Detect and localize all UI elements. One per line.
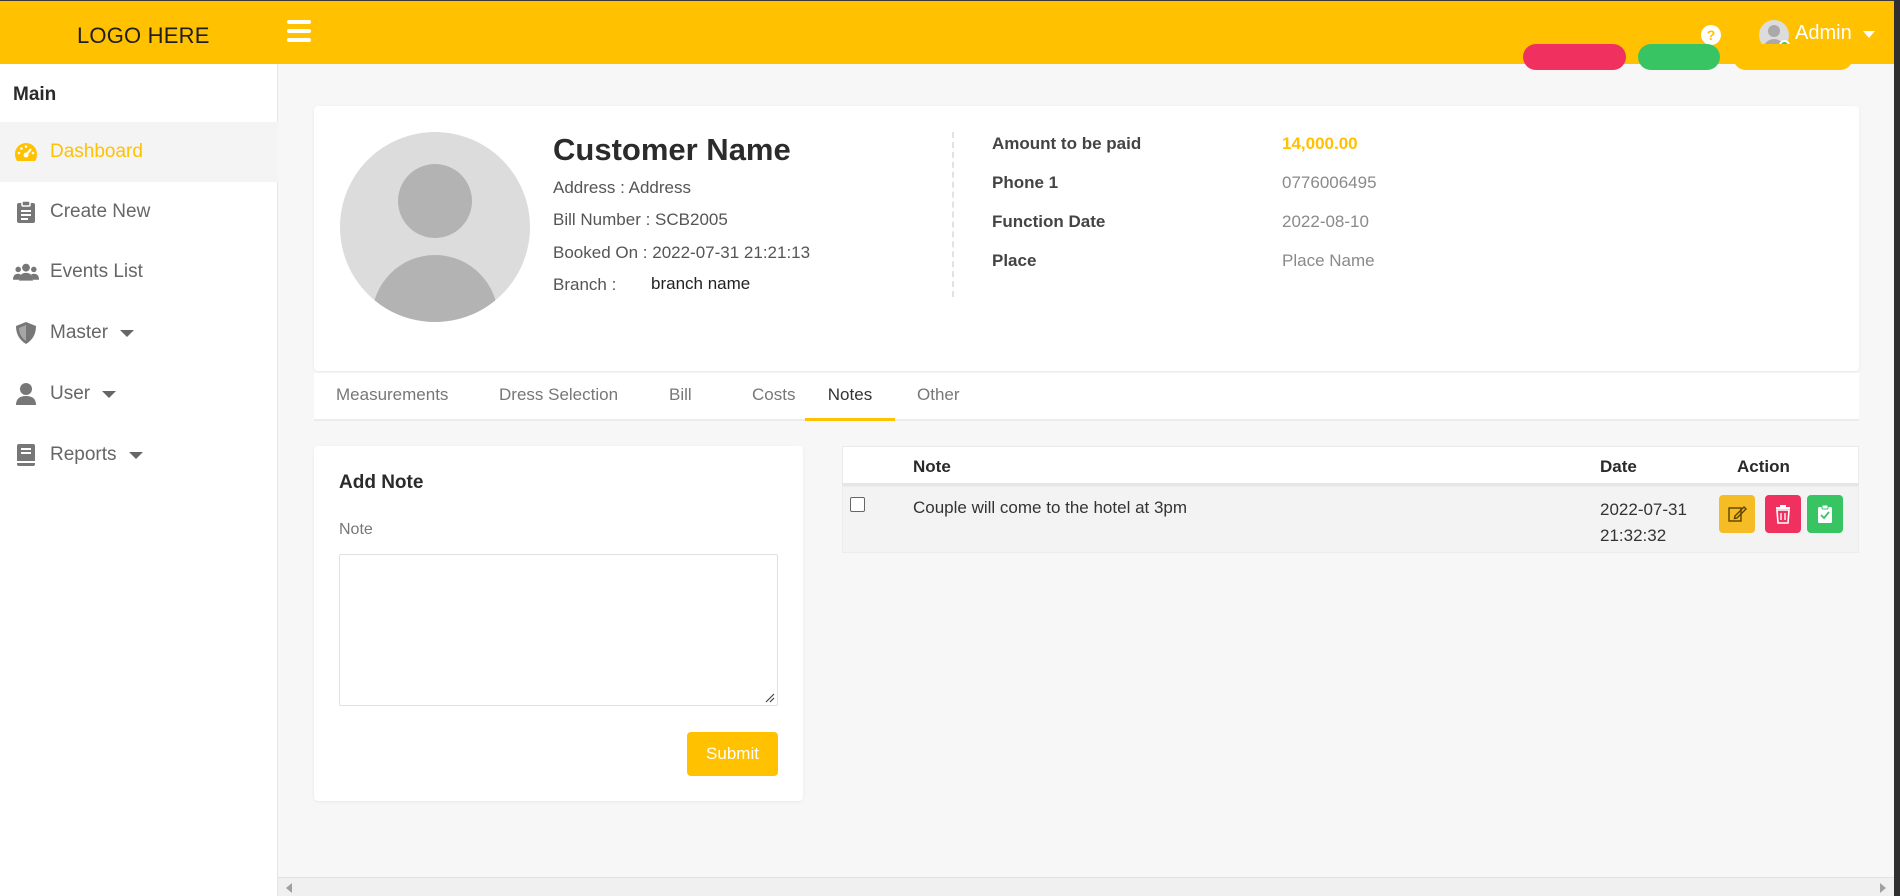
help-icon[interactable]: ?: [1701, 25, 1721, 45]
row-checkbox[interactable]: [850, 497, 865, 512]
column-header-note: Note: [913, 457, 951, 476]
book-icon: [13, 443, 39, 467]
detail-label-place: Place: [992, 251, 1037, 270]
submit-button[interactable]: Submit: [687, 732, 778, 776]
column-header-date: Date: [1600, 457, 1637, 476]
bill-number: Bill Number : SCB2005: [553, 210, 728, 229]
edit-icon: [1728, 506, 1747, 522]
horizontal-scrollbar[interactable]: [278, 877, 1894, 896]
clipboard-icon: [13, 200, 39, 224]
note-field-label: Note: [339, 521, 373, 538]
hamburger-menu-icon[interactable]: [287, 20, 311, 42]
header-action-button-red[interactable]: [1523, 44, 1626, 70]
customer-name: Customer Name: [553, 132, 791, 167]
speedometer-icon: [13, 140, 39, 164]
detail-label-phone: Phone 1: [992, 173, 1059, 192]
booked-on: Booked On : 2022-07-31 21:21:13: [553, 243, 811, 262]
branch-value: branch name: [651, 274, 751, 293]
table-header-row: Note Date Action: [842, 446, 1859, 486]
chevron-down-icon: [102, 390, 117, 398]
tabs-bar: Measurements Dress Selection Bill Costs …: [314, 373, 1859, 421]
tab-other[interactable]: Other: [901, 373, 976, 421]
note-text: Couple will come to the hotel at 3pm: [913, 498, 1188, 517]
table-row: Couple will come to the hotel at 3pm 202…: [842, 486, 1859, 553]
header-action-button-green[interactable]: [1638, 44, 1720, 70]
window-edge: [1894, 0, 1900, 896]
add-note-title: Add Note: [339, 472, 424, 493]
clipboard-check-icon: [1818, 504, 1832, 523]
logo[interactable]: LOGO HERE: [77, 23, 210, 49]
chevron-down-icon[interactable]: [1863, 31, 1875, 38]
customer-avatar: [340, 132, 530, 322]
customer-profile-card: Customer Name Address : Address Bill Num…: [314, 106, 1859, 371]
tab-notes[interactable]: Notes: [805, 373, 895, 421]
sidebar: Main Dashboard Create New Events List Ma…: [0, 64, 278, 896]
scroll-right-icon[interactable]: [1880, 883, 1886, 893]
header-action-button-yellow[interactable]: [1733, 44, 1853, 70]
tab-bill[interactable]: Bill: [653, 373, 708, 421]
sidebar-item-reports[interactable]: Reports: [0, 425, 278, 485]
sidebar-heading: Main: [13, 84, 57, 105]
trash-icon: [1776, 505, 1790, 524]
customer-address: Address : Address: [553, 178, 691, 197]
resize-handle-icon[interactable]: [765, 693, 775, 703]
detail-value-place: Place Name: [1282, 251, 1375, 270]
note-date: 2022-07-31 21:32:32: [1600, 500, 1687, 545]
sidebar-item-label: User: [50, 383, 91, 404]
sidebar-item-label: Events List: [50, 261, 143, 282]
note-textarea[interactable]: [339, 554, 778, 706]
tab-measurements[interactable]: Measurements: [320, 373, 464, 421]
detail-label-amount: Amount to be paid: [992, 134, 1142, 153]
sidebar-item-master[interactable]: Master: [0, 303, 278, 363]
detail-value-amount: 14,000.00: [1282, 134, 1358, 153]
user-menu-label[interactable]: Admin: [1795, 22, 1852, 45]
sidebar-item-label: Dashboard: [50, 141, 143, 162]
tab-dress-selection[interactable]: Dress Selection: [483, 373, 634, 421]
sidebar-item-dashboard[interactable]: Dashboard: [0, 122, 278, 182]
column-header-action: Action: [1737, 457, 1790, 476]
notes-table: Note Date Action Couple will come to the…: [842, 446, 1859, 553]
shield-icon: [13, 321, 39, 345]
sidebar-item-label: Master: [50, 322, 109, 343]
tab-costs[interactable]: Costs: [736, 373, 811, 421]
sidebar-item-create-new[interactable]: Create New: [0, 182, 278, 242]
sidebar-item-events-list[interactable]: Events List: [0, 242, 278, 302]
approve-button[interactable]: [1807, 495, 1843, 533]
edit-button[interactable]: [1719, 495, 1755, 533]
sidebar-item-label: Create New: [50, 201, 151, 222]
sidebar-item-user[interactable]: User: [0, 364, 278, 424]
branch-label: Branch :: [553, 275, 617, 294]
detail-value-function-date: 2022-08-10: [1282, 212, 1369, 231]
user-icon: [13, 382, 39, 406]
add-note-card: Add Note Note Submit: [314, 446, 803, 801]
chevron-down-icon: [128, 451, 143, 459]
delete-button[interactable]: [1765, 495, 1801, 533]
scroll-left-icon[interactable]: [286, 883, 292, 893]
sidebar-item-label: Reports: [50, 444, 117, 465]
users-icon: [13, 260, 39, 284]
detail-label-function-date: Function Date: [992, 212, 1106, 231]
detail-value-phone: 0776006495: [1282, 173, 1377, 192]
chevron-down-icon: [120, 329, 135, 337]
divider: [952, 132, 954, 297]
